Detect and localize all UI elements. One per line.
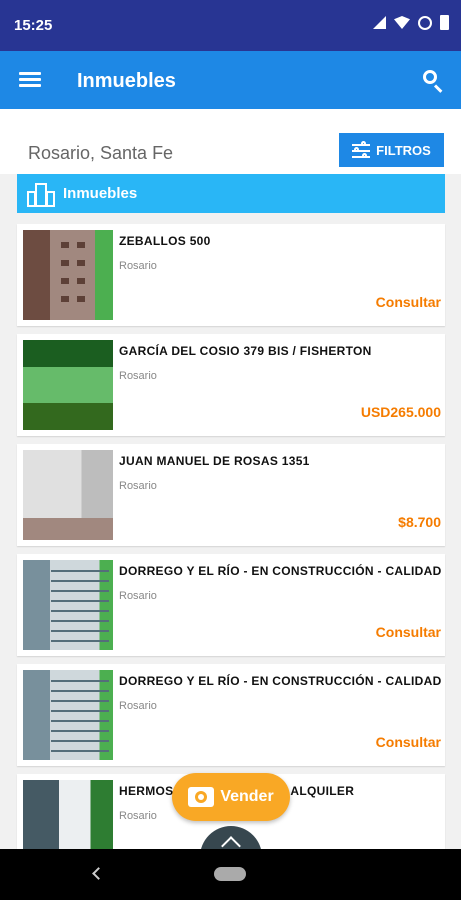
filter-sliders-icon (352, 141, 371, 158)
app-bar: Inmuebles (0, 51, 461, 109)
listing-price: $8.700 (398, 514, 441, 530)
camera-icon (188, 787, 215, 807)
listing-price: Consultar (375, 734, 441, 750)
listing-card[interactable]: DORREGO Y EL RÍO - EN CONSTRUCCIÓN - CAL… (17, 664, 445, 766)
system-nav-bar (0, 849, 461, 900)
listing-photo (23, 230, 113, 320)
location-text[interactable]: Rosario, Santa Fe (28, 143, 173, 164)
filters-label: FILTROS (376, 142, 431, 158)
listing-card[interactable]: DORREGO Y EL RÍO - EN CONSTRUCCIÓN - CAL… (17, 554, 445, 656)
listing-price: Consultar (375, 294, 441, 310)
alarm-icon (418, 15, 432, 30)
location-row: Rosario, Santa Fe FILTROS (0, 109, 461, 174)
back-icon[interactable] (92, 867, 105, 880)
listing-price: USD265.000 (360, 404, 441, 420)
listing-title: GARCÍA DEL COSIO 379 BIS / FISHERTON (119, 344, 372, 358)
listing-card[interactable]: JUAN MANUEL DE ROSAS 1351 Rosario $8.700 (17, 444, 445, 546)
home-pill[interactable] (214, 867, 246, 881)
listing-card[interactable]: GARCÍA DEL COSIO 379 BIS / FISHERTON Ros… (17, 334, 445, 436)
vender-button[interactable]: Vender (172, 773, 290, 821)
status-bar: 15:25 (0, 0, 461, 51)
signal-icon (373, 16, 386, 29)
vender-label: Vender (220, 788, 274, 805)
listing-city: Rosario (119, 590, 157, 602)
section-title: Inmuebles (63, 185, 138, 202)
search-icon[interactable] (421, 68, 445, 93)
buildings-icon (27, 181, 55, 207)
listing-price: Consultar (375, 624, 441, 640)
listing-title: DORREGO Y EL RÍO - EN CONSTRUCCIÓN - CAL… (119, 674, 442, 688)
listing-photo (23, 450, 113, 540)
filters-button[interactable]: FILTROS (339, 133, 444, 167)
listing-photo (23, 780, 113, 849)
status-time: 15:25 (14, 17, 53, 34)
listing-title: DORREGO Y EL RÍO - EN CONSTRUCCIÓN - CAL… (119, 564, 442, 578)
listing-city: Rosario (119, 260, 157, 272)
listing-card[interactable]: ZEBALLOS 500 Rosario Consultar (17, 224, 445, 326)
listing-photo (23, 560, 113, 650)
listing-city: Rosario (119, 480, 157, 492)
menu-icon[interactable] (19, 72, 41, 88)
status-icons (373, 15, 449, 30)
wifi-icon (394, 16, 410, 29)
section-header: Inmuebles (17, 174, 445, 213)
battery-icon (440, 15, 449, 30)
listing-city: Rosario (119, 700, 157, 712)
listing-city: Rosario (119, 370, 157, 382)
content: Rosario, Santa Fe FILTROS Inmuebles ZEBA… (0, 109, 461, 849)
app-title: Inmuebles (77, 70, 176, 92)
listing-title: JUAN MANUEL DE ROSAS 1351 (119, 454, 310, 468)
listing-photo (23, 340, 113, 430)
listing-photo (23, 670, 113, 760)
listing-title: ZEBALLOS 500 (119, 234, 211, 248)
listing-city: Rosario (119, 810, 157, 822)
